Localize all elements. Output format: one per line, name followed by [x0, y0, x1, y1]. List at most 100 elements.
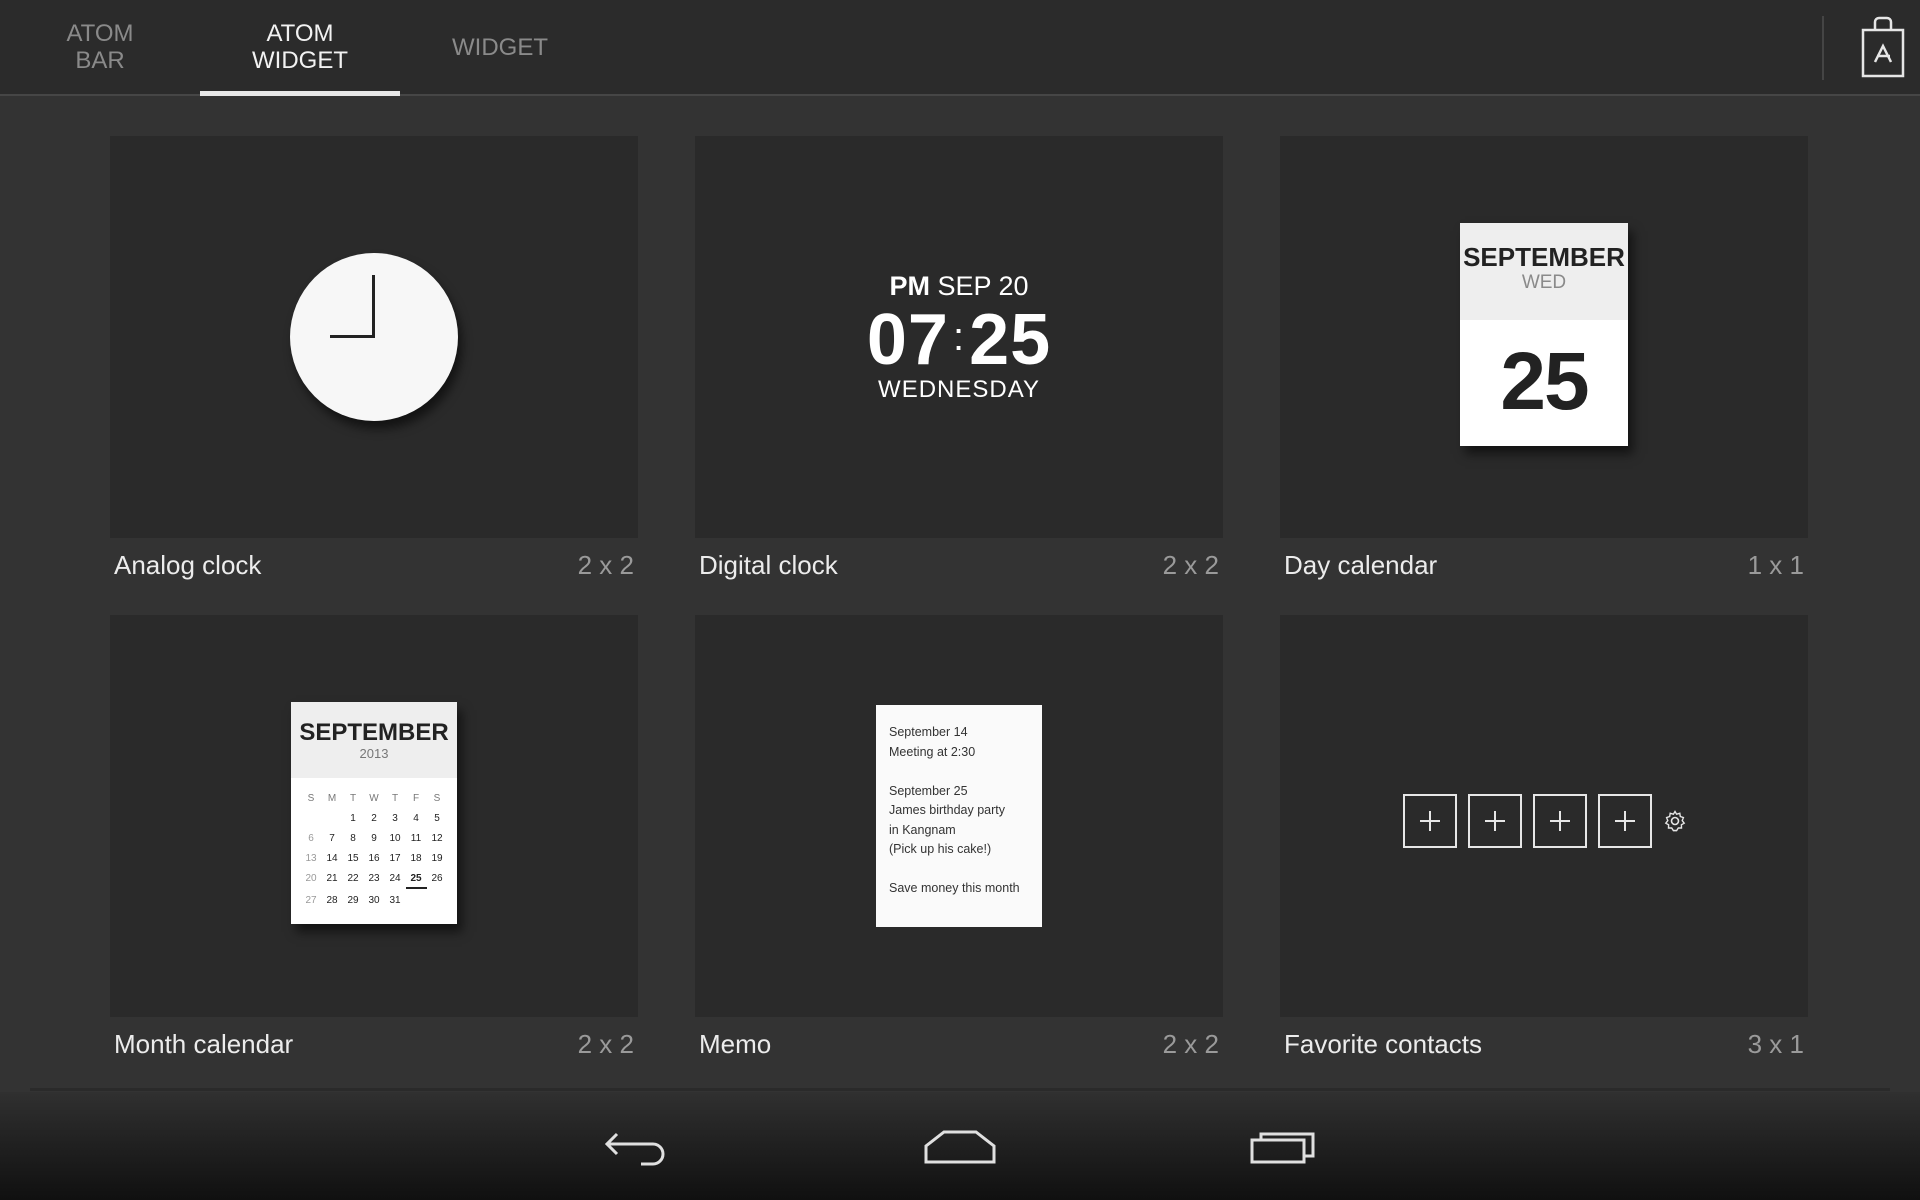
- month-calendar-grid: S M T W T F S 1 2 3 4 5 6 7 8 9 10 11 12 13 14 15 16 17 18 19 20 21…: [291, 790, 457, 909]
- memo-line: [889, 860, 1042, 880]
- widget-size: 2 x 2: [1162, 550, 1219, 580]
- calendar-day: [301, 810, 322, 827]
- widget-size: 3 x 1: [1747, 1029, 1804, 1059]
- widget-card-analog-clock[interactable]: [110, 136, 638, 538]
- calendar-day: 20: [305, 873, 317, 884]
- day-calendar-month: SEPTEMBER: [1463, 242, 1625, 272]
- contacts-settings-button[interactable]: [1663, 809, 1687, 833]
- digital-clock-day: WEDNESDAY: [878, 376, 1040, 403]
- digital-clock-hours: 07: [866, 300, 949, 380]
- widget-name: Memo: [699, 1029, 772, 1059]
- shopping-bag-icon: [1861, 16, 1905, 78]
- weekday-header: F: [412, 793, 420, 804]
- digital-clock-date: SEP 20: [937, 271, 1029, 301]
- widget-caption: Favorite contacts 3 x 1: [1280, 1023, 1808, 1063]
- weekday-header: S: [307, 793, 315, 804]
- digital-clock-preview: PM SEP 20 07:25 WEDNESDAY: [695, 271, 1223, 404]
- action-bar-divider: [1822, 16, 1824, 80]
- month-calendar-year: 2013: [359, 746, 389, 761]
- calendar-day: 11: [410, 833, 422, 844]
- widget-card-favorite-contacts[interactable]: [1280, 615, 1808, 1017]
- home-icon: [924, 1130, 996, 1164]
- calendar-day: 23: [368, 873, 380, 884]
- widget-caption: Digital clock 2 x 2: [695, 544, 1223, 584]
- weekday-header: T: [349, 793, 357, 804]
- memo-line: Meeting at 2:30: [889, 744, 976, 759]
- tab-label-line1: ATOM: [66, 20, 134, 47]
- widget-name: Analog clock: [114, 550, 262, 580]
- add-contact-slot[interactable]: [1468, 794, 1522, 848]
- widget-card-month-calendar[interactable]: SEPTEMBER 2013 S M T W T F S 1 2 3 4 5 6 7 8 9 10 11 12 13 1…: [110, 615, 638, 1017]
- add-contact-slot[interactable]: [1533, 794, 1587, 848]
- calendar-day: 19: [431, 853, 443, 864]
- calendar-day: 5: [434, 813, 440, 824]
- memo-preview: September 14 Meeting at 2:30 September 25 J…: [876, 705, 1042, 927]
- tab-widget[interactable]: WIDGET: [400, 0, 600, 94]
- tab-label-line1: WIDGET: [452, 33, 548, 61]
- calendar-day: 18: [410, 853, 422, 864]
- widget-card-day-calendar[interactable]: SEPTEMBER WED 25: [1280, 136, 1808, 538]
- widget-caption: Month calendar 2 x 2: [110, 1023, 638, 1063]
- add-contact-slot[interactable]: [1403, 794, 1457, 848]
- memo-line: Save money this month: [889, 881, 1020, 895]
- memo-line: James birthday party: [889, 803, 1006, 817]
- widget-name: Favorite contacts: [1284, 1029, 1482, 1059]
- tab-atom-widget[interactable]: ATOM WIDGET: [200, 0, 400, 96]
- day-calendar-day: 25: [1500, 336, 1589, 427]
- calendar-day: [427, 892, 448, 909]
- memo-line: September 25: [889, 783, 968, 798]
- calendar-day: 17: [389, 853, 401, 864]
- day-calendar-preview: SEPTEMBER WED 25: [1460, 223, 1628, 446]
- clock-hour-hand: [330, 335, 375, 338]
- calendar-day: 22: [347, 873, 359, 884]
- calendar-day: 4: [413, 813, 419, 824]
- calendar-day: 16: [368, 853, 380, 864]
- widget-caption: Day calendar 1 x 1: [1280, 544, 1808, 584]
- favorite-contacts-preview: [1403, 794, 1687, 848]
- calendar-day: 26: [431, 873, 443, 884]
- widget-name: Digital clock: [699, 550, 838, 580]
- memo-line: (Pick up his cake!): [889, 842, 992, 856]
- home-button[interactable]: [880, 1092, 1040, 1200]
- tab-label-line2: WIDGET: [252, 47, 348, 74]
- calendar-day: 13: [305, 853, 317, 864]
- back-button[interactable]: [556, 1092, 716, 1200]
- calendar-day: 27: [305, 895, 317, 906]
- plus-icon: [1615, 811, 1635, 831]
- weekday-header: S: [433, 793, 441, 804]
- calendar-day: 28: [326, 895, 338, 906]
- calendar-day: 24: [389, 873, 401, 884]
- calendar-day: 3: [392, 813, 398, 824]
- plus-icon: [1485, 811, 1505, 831]
- store-button[interactable]: [1846, 10, 1920, 84]
- digital-clock-colon: :: [952, 315, 966, 359]
- widget-card-digital-clock[interactable]: PM SEP 20 07:25 WEDNESDAY: [695, 136, 1223, 538]
- recent-apps-icon: [1250, 1132, 1315, 1164]
- calendar-day: 30: [368, 895, 380, 906]
- memo-line: [889, 762, 1042, 782]
- calendar-day: 31: [389, 895, 401, 906]
- widget-size: 2 x 2: [1162, 1029, 1219, 1059]
- calendar-day: [322, 810, 343, 827]
- calendar-day: [406, 892, 427, 909]
- add-contact-slot[interactable]: [1598, 794, 1652, 848]
- tab-atom-bar[interactable]: ATOM BAR: [0, 0, 200, 94]
- widget-caption: Memo 2 x 2: [695, 1023, 1223, 1063]
- calendar-day: 2: [371, 813, 377, 824]
- digital-clock-ampm: PM: [889, 271, 930, 301]
- digital-clock-date-line: PM SEP 20: [695, 271, 1223, 301]
- widget-name: Day calendar: [1284, 550, 1438, 580]
- widget-name: Month calendar: [114, 1029, 294, 1059]
- plus-icon: [1420, 811, 1440, 831]
- widget-size: 2 x 2: [577, 550, 634, 580]
- recent-apps-button[interactable]: [1205, 1092, 1365, 1200]
- weekday-header: W: [369, 793, 379, 804]
- calendar-day: 21: [326, 873, 338, 884]
- widget-card-memo[interactable]: September 14 Meeting at 2:30 September 25 J…: [695, 615, 1223, 1017]
- calendar-day: 6: [308, 833, 314, 844]
- digital-clock-minutes: 25: [969, 300, 1052, 380]
- widget-caption: Analog clock 2 x 2: [110, 544, 638, 584]
- calendar-day: 7: [329, 833, 335, 844]
- calendar-day: 15: [347, 853, 359, 864]
- widget-size: 1 x 1: [1747, 550, 1804, 580]
